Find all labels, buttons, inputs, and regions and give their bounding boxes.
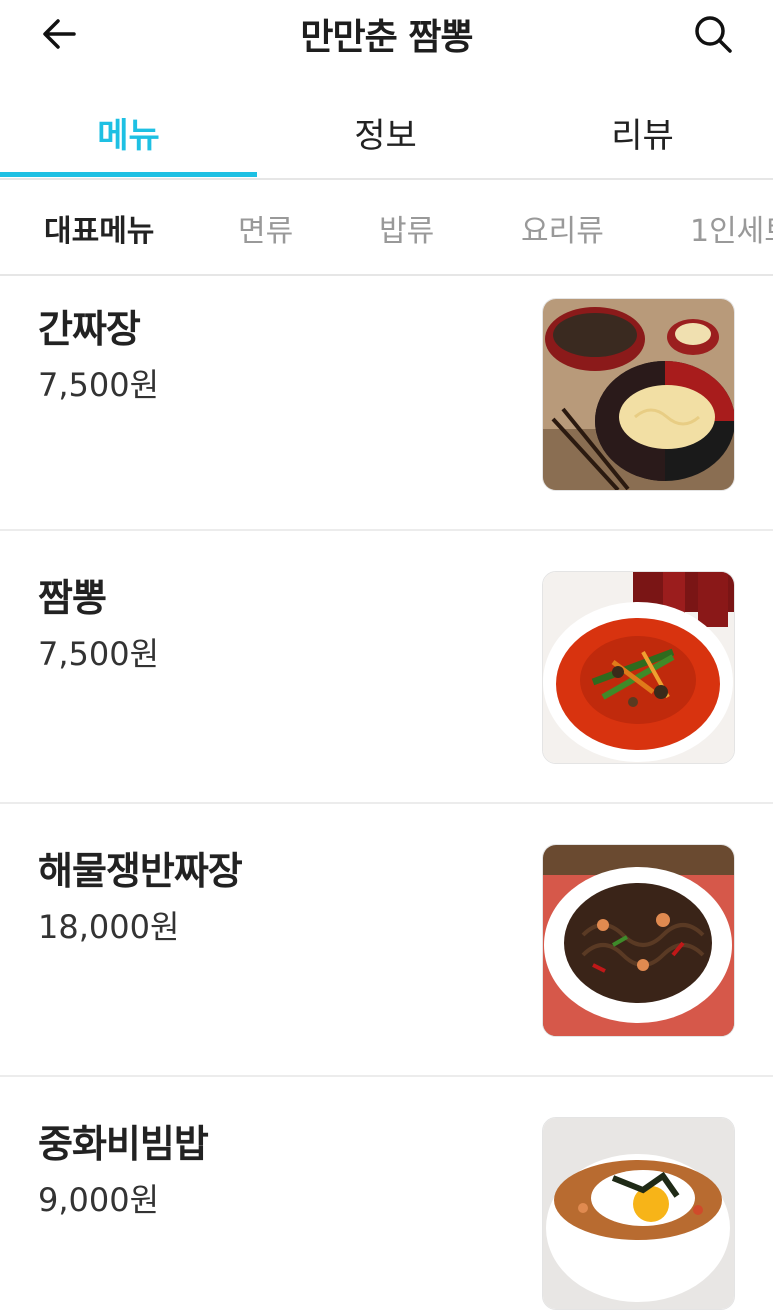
category-tab-rice[interactable]: 밥류 (379, 206, 434, 250)
menu-item-photo (542, 844, 735, 1037)
menu-item-photo (542, 1117, 735, 1310)
category-tabs: 대표메뉴 면류 밥류 요리류 1인세트 (0, 180, 773, 276)
menu-item-photo (542, 298, 735, 491)
menu-list-item[interactable]: 짬뽕 7,500원 (0, 531, 773, 804)
menu-item-photo (542, 571, 735, 764)
active-tab-indicator (0, 172, 257, 177)
menu-item-name: 해물쟁반짜장 (38, 849, 243, 893)
category-tab-signature[interactable]: 대표메뉴 (44, 206, 154, 250)
category-tab-dishes[interactable]: 요리류 (521, 206, 604, 250)
menu-item-price: 9,000원 (38, 1181, 160, 1219)
menu-item-price: 7,500원 (38, 635, 160, 673)
page-title: 만만춘 짬뽕 (300, 17, 473, 58)
menu-list-item[interactable]: 중화비빔밥 9,000원 (0, 1077, 773, 1310)
menu-list-item[interactable]: 해물쟁반짜장 18,000원 (0, 804, 773, 1077)
menu-item-name: 간짜장 (38, 307, 141, 351)
category-tab-single-set[interactable]: 1인세트 (690, 206, 773, 250)
menu-list-item[interactable]: 간짜장 7,500원 (0, 276, 773, 531)
menu-item-name: 중화비빔밥 (38, 1122, 209, 1166)
menu-item-name: 짬뽕 (38, 576, 107, 620)
top-app-bar: 만만춘 짬뽕 (0, 0, 773, 70)
tab-info[interactable]: 정보 (257, 108, 514, 157)
search-icon[interactable] (688, 12, 736, 56)
menu-item-price: 7,500원 (38, 366, 160, 404)
category-tab-noodles[interactable]: 면류 (238, 206, 293, 250)
tab-menu[interactable]: 메뉴 (0, 108, 257, 157)
menu-item-price: 18,000원 (38, 908, 180, 946)
tab-reviews[interactable]: 리뷰 (514, 108, 771, 157)
main-tabs: 메뉴 정보 리뷰 (0, 92, 773, 180)
